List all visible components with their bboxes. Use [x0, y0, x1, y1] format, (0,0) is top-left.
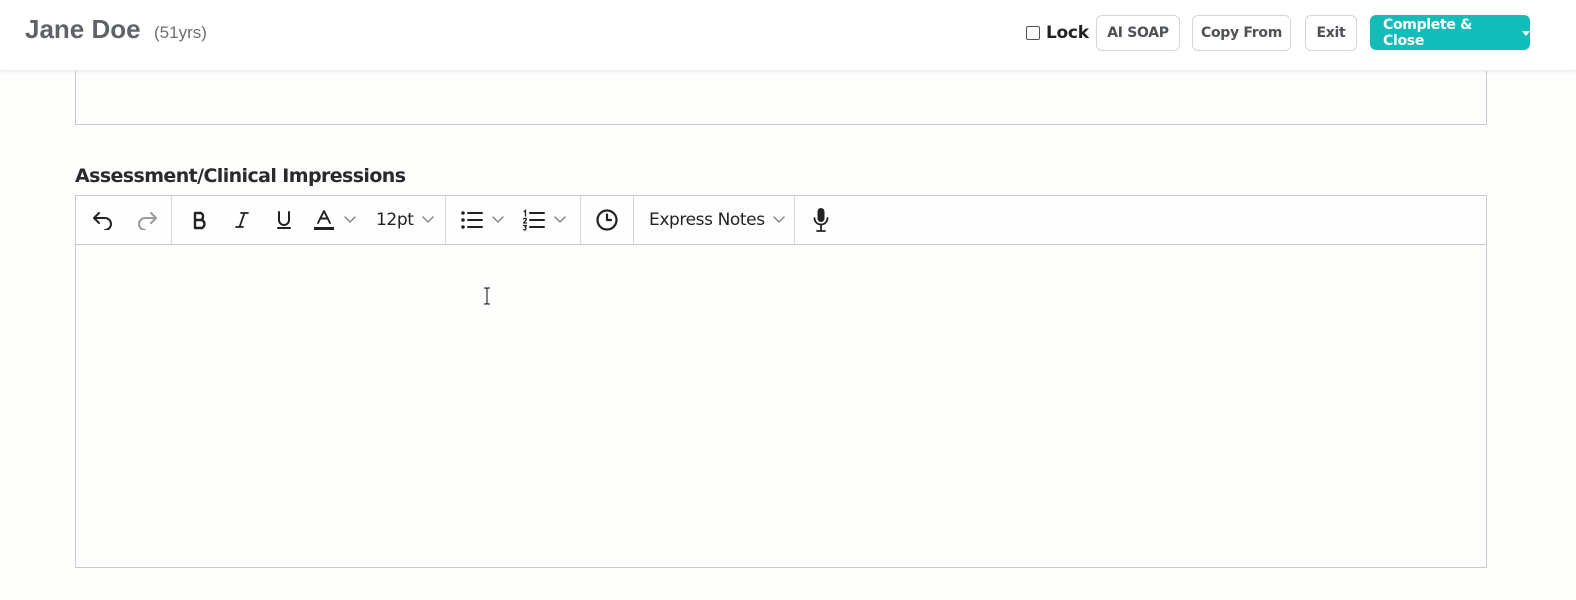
bullet-list-button[interactable] — [460, 204, 512, 236]
complete-close-label: Complete & Close — [1383, 16, 1473, 49]
chevron-down-icon — [421, 216, 434, 223]
toolbar-separator — [633, 196, 634, 244]
copy-from-button[interactable]: Copy From — [1192, 15, 1291, 51]
toolbar-separator — [580, 196, 581, 244]
lock-toggle[interactable]: Lock — [1026, 22, 1089, 44]
text-color-button[interactable] — [312, 204, 366, 236]
bold-icon[interactable] — [186, 204, 214, 236]
exit-button[interactable]: Exit — [1305, 15, 1357, 51]
clock-icon[interactable] — [592, 204, 622, 236]
encounter-header: Jane Doe (51yrs) Lock AI SOAP Copy From … — [0, 0, 1576, 71]
chevron-down-icon — [772, 216, 785, 223]
chevron-down-icon — [554, 216, 566, 223]
ai-soap-button[interactable]: AI SOAP — [1096, 15, 1180, 51]
complete-close-button[interactable]: Complete & Close — [1370, 15, 1530, 50]
caret-down-icon[interactable] — [1522, 30, 1530, 36]
numbered-list-button[interactable] — [522, 204, 574, 236]
lock-checkbox[interactable] — [1026, 26, 1040, 40]
toolbar-separator — [445, 196, 446, 244]
assessment-editor: 12pt Express Notes — [75, 195, 1487, 568]
section-title: Assessment/Clinical Impressions — [75, 165, 406, 187]
numbered-list-icon — [522, 209, 545, 231]
font-size-select[interactable]: 12pt — [376, 204, 434, 236]
express-notes-select[interactable]: Express Notes — [649, 204, 789, 236]
lock-label: Lock — [1046, 23, 1089, 43]
text-color-icon — [314, 210, 334, 230]
toolbar-separator — [794, 196, 795, 244]
chevron-down-icon — [344, 216, 356, 223]
font-size-label: 12pt — [376, 210, 414, 230]
patient-name: Jane Doe — [25, 14, 141, 44]
bullet-list-icon — [461, 211, 483, 229]
text-cursor-icon — [484, 287, 490, 305]
redo-icon[interactable] — [132, 204, 162, 236]
undo-icon[interactable] — [88, 204, 118, 236]
microphone-icon[interactable] — [807, 204, 835, 236]
underline-icon[interactable] — [270, 204, 298, 236]
chevron-down-icon — [492, 216, 504, 223]
editor-content-area[interactable] — [76, 245, 1486, 567]
toolbar-separator — [171, 196, 172, 244]
express-notes-label: Express Notes — [649, 210, 765, 230]
italic-icon[interactable] — [228, 204, 256, 236]
patient-age: (51yrs) — [154, 23, 207, 42]
editor-toolbar: 12pt Express Notes — [76, 196, 1486, 245]
